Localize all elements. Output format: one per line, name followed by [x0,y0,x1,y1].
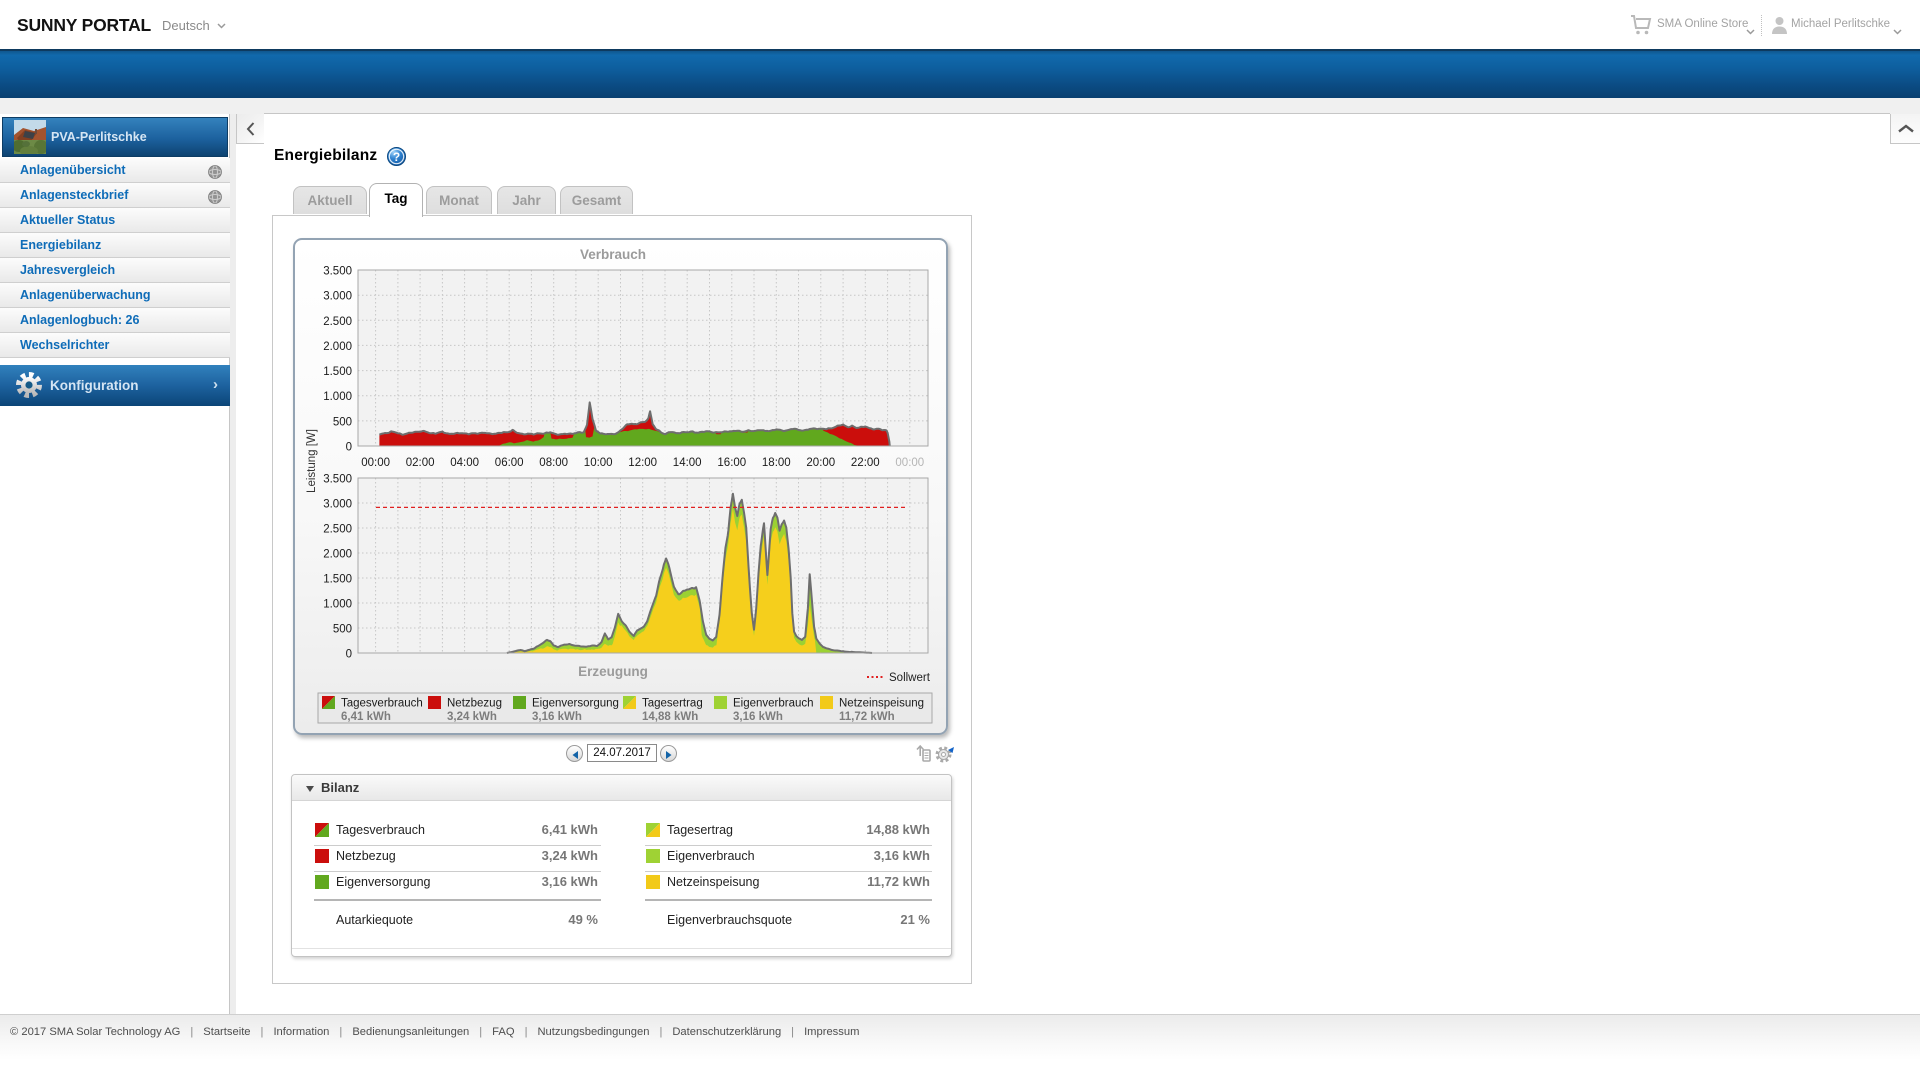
svg-text:2.000: 2.000 [323,549,352,561]
svg-text:00:00: 00:00 [895,457,924,469]
svg-text:1.000: 1.000 [323,391,352,403]
svg-text:Netzeinspeisung: Netzeinspeisung [839,698,924,710]
svg-text:Leistung [W]: Leistung [W] [306,429,318,493]
svg-text:1.500: 1.500 [323,574,352,586]
svg-text:3.500: 3.500 [323,266,352,278]
svg-text:18:00: 18:00 [762,457,791,469]
svg-text:Eigenversorgung: Eigenversorgung [532,698,619,710]
svg-text:Tagesertrag: Tagesertrag [642,698,703,710]
svg-text:3.000: 3.000 [323,499,352,511]
svg-text:00:00: 00:00 [361,457,390,469]
svg-text:?: ? [393,150,400,164]
svg-text:22:00: 22:00 [851,457,880,469]
svg-text:1.500: 1.500 [323,366,352,378]
svg-text:10:00: 10:00 [584,457,613,469]
svg-text:3.000: 3.000 [323,291,352,303]
svg-text:3,16 kWh: 3,16 kWh [532,711,582,723]
svg-text:04:00: 04:00 [450,457,479,469]
svg-text:2.000: 2.000 [323,341,352,353]
svg-text:12:00: 12:00 [628,457,657,469]
svg-text:500: 500 [333,624,352,636]
svg-text:Sollwert: Sollwert [889,672,931,684]
svg-text:0: 0 [346,649,352,661]
svg-text:3,16 kWh: 3,16 kWh [733,711,783,723]
svg-text:Netzbezug: Netzbezug [447,698,502,710]
svg-text:14,88 kWh: 14,88 kWh [642,711,698,723]
svg-text:500: 500 [333,416,352,428]
svg-text:14:00: 14:00 [673,457,702,469]
svg-text:1.000: 1.000 [323,599,352,611]
svg-text:2.500: 2.500 [323,524,352,536]
svg-text:3.500: 3.500 [323,474,352,486]
svg-text:0: 0 [346,442,352,454]
svg-text:02:00: 02:00 [406,457,435,469]
svg-text:16:00: 16:00 [717,457,746,469]
svg-text:Eigenverbrauch: Eigenverbrauch [733,698,814,710]
svg-text:20:00: 20:00 [806,457,835,469]
svg-text:Tagesverbrauch: Tagesverbrauch [341,698,423,710]
svg-text:Erzeugung: Erzeugung [578,664,648,679]
svg-text:6,41 kWh: 6,41 kWh [341,711,391,723]
svg-text:06:00: 06:00 [495,457,524,469]
svg-text:3,24 kWh: 3,24 kWh [447,711,497,723]
svg-text:08:00: 08:00 [539,457,568,469]
svg-text:Verbrauch: Verbrauch [580,247,646,262]
svg-text:2.500: 2.500 [323,316,352,328]
svg-text:11,72 kWh: 11,72 kWh [839,711,895,723]
